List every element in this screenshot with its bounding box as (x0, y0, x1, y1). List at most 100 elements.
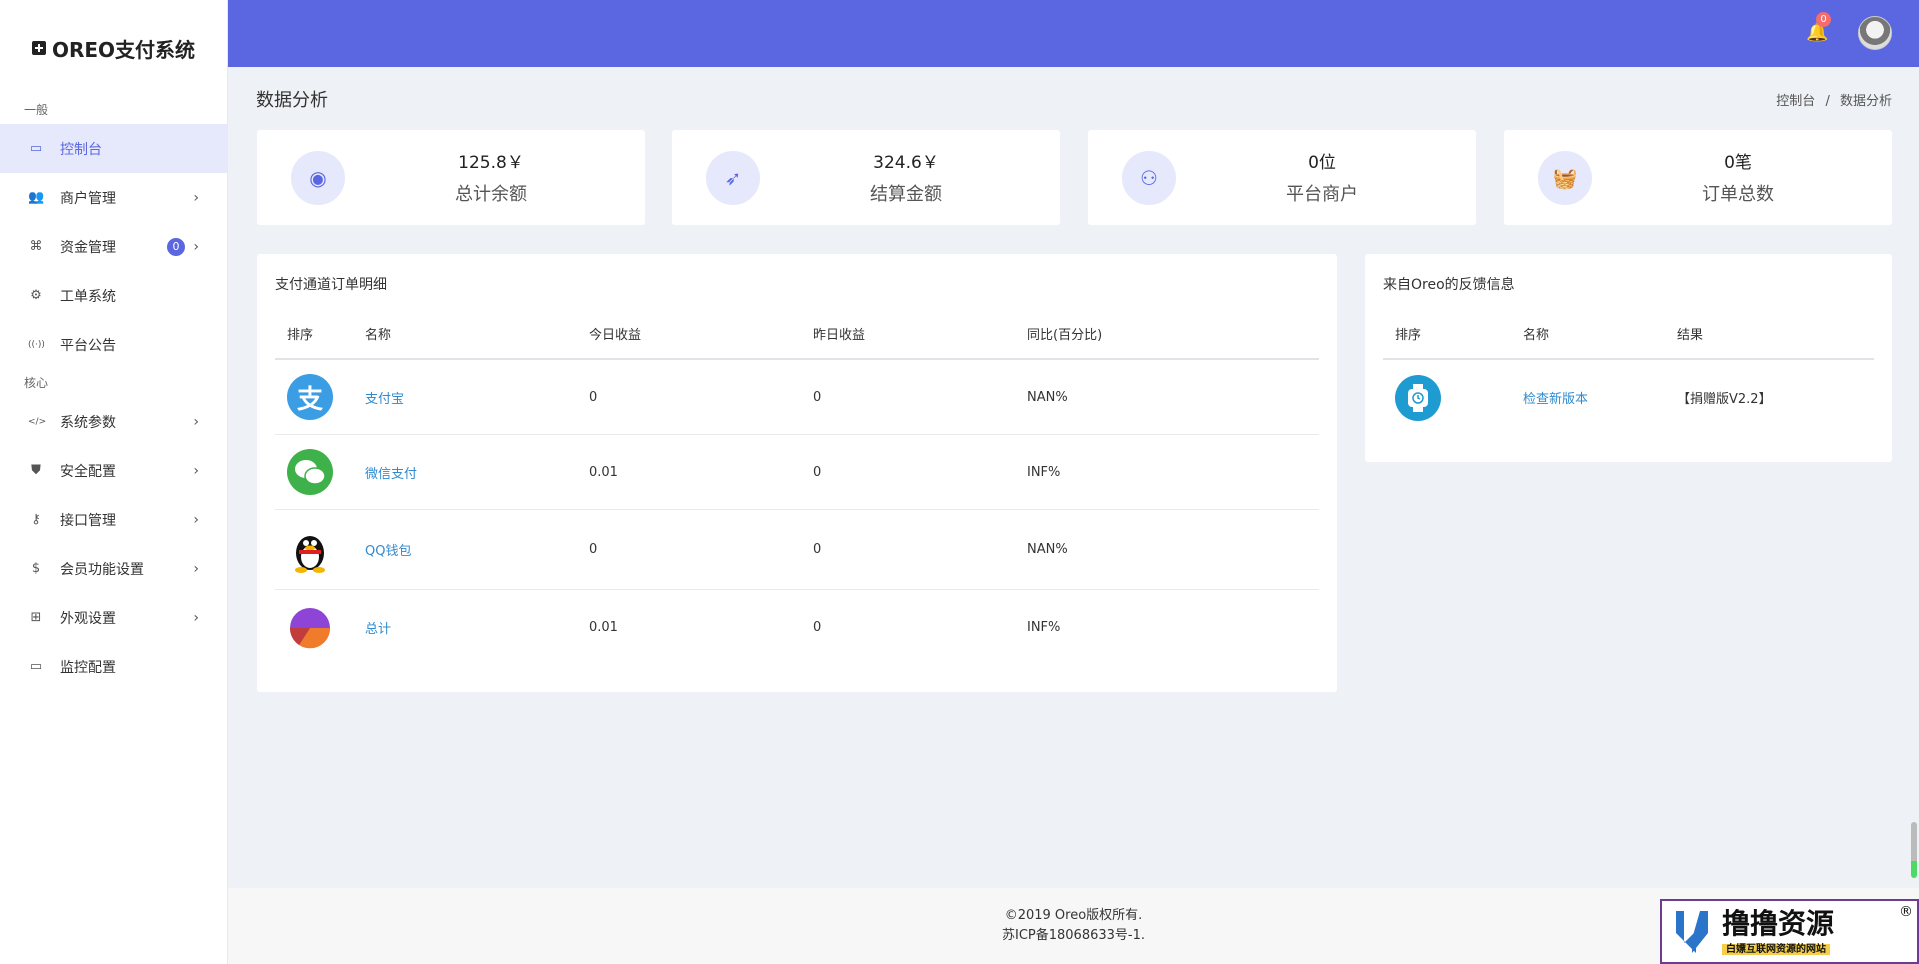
stat-card-balance: ◉ 125.8￥ 总计余额 (257, 130, 645, 225)
col-name: 名称 (365, 327, 392, 343)
row-icon-cell (275, 449, 353, 495)
sidebar-item-label: 控制台 (60, 141, 102, 158)
section-label-general: 一般 (24, 103, 49, 117)
watermark-logo: 撸撸资源 白嫖互联网资源的网站 ® (1660, 899, 1919, 964)
registered-mark: ® (1899, 904, 1913, 920)
alipay-icon: 支 (287, 374, 333, 420)
chevron-right-icon: › (193, 560, 199, 577)
sidebar-item-core-3[interactable]: $ 会员功能设置 › (0, 544, 227, 593)
sidebar-item-general-2[interactable]: ⌘ 资金管理 0 › (0, 222, 227, 271)
ratio-value: NAN% (1027, 389, 1068, 405)
chevron-right-icon: › (193, 609, 199, 626)
table-row: 总计 0.01 0 INF% (275, 590, 1319, 665)
channel-name-link[interactable]: 总计 (353, 618, 577, 637)
ratio-value: INF% (1027, 620, 1061, 635)
breadcrumb: 控制台 / 数据分析 (1776, 90, 1892, 109)
row-icon-cell (275, 605, 353, 651)
check-update-link[interactable]: 检查新版本 (1511, 388, 1665, 407)
stat-label: 订单总数 (1702, 184, 1774, 205)
plus-box-icon (31, 41, 46, 55)
col-name: 名称 (1523, 327, 1550, 343)
table-row: QQ钱包 0 0 NAN% (275, 510, 1319, 590)
sidebar-item-general-0[interactable]: ▭ 控制台 (0, 124, 227, 173)
brand-title: OREO支付系统 (51, 37, 196, 62)
sidebar-item-general-3[interactable]: ⚙ 工单系统 (0, 271, 227, 320)
breadcrumb-current: 数据分析 (1839, 94, 1892, 109)
add-square-icon: ⊞ (30, 610, 42, 625)
monitor-icon: ▭ (29, 659, 43, 674)
channel-name-link[interactable]: 支付宝 (353, 388, 577, 407)
table-header: 排序 名称 结果 (1383, 308, 1874, 360)
key-icon: ⚷ (31, 512, 41, 527)
stat-label: 结算金额 (870, 184, 942, 205)
chevron-right-icon: › (193, 189, 199, 206)
monitor-icon: ▭ (29, 141, 43, 156)
watch-icon (1395, 374, 1441, 421)
col-yesterday: 昨日收益 (813, 327, 866, 343)
row-icon-cell: 支 (275, 374, 353, 420)
sidebar-item-core-4[interactable]: ⊞ 外观设置 › (0, 593, 227, 642)
breadcrumb-home[interactable]: 控制台 (1776, 94, 1815, 109)
top-header: 🔔 0 (228, 0, 1919, 67)
table-row: 支 支付宝 0 0 NAN% (275, 360, 1319, 435)
yesterday-income: 0 (813, 389, 822, 405)
panel-title: 支付通道订单明细 (275, 277, 387, 293)
pie-chart-icon (287, 605, 333, 651)
breadcrumb-separator: / (1825, 94, 1830, 109)
stat-value: 324.6￥ (873, 153, 939, 173)
sidebar-item-label: 接口管理 (60, 512, 116, 529)
stat-value: 125.8￥ (458, 153, 524, 173)
row-icon-cell (275, 527, 353, 573)
avatar[interactable] (1858, 16, 1892, 50)
ratio-value: INF% (1027, 464, 1061, 480)
stat-card-merchants: ⚇ 0位 平台商户 (1088, 130, 1476, 225)
col-result: 结果 (1677, 327, 1704, 343)
stat-card-settlement: ➶ 324.6￥ 结算金额 (672, 130, 1060, 225)
brand[interactable]: OREO支付系统 (0, 0, 227, 96)
sidebar-item-core-0[interactable]: </> 系统参数 › (0, 397, 227, 446)
sidebar-item-label: 资金管理 (60, 239, 116, 256)
page-title: 数据分析 (256, 90, 328, 111)
user-gear-icon: ⚙ (30, 288, 42, 303)
chevron-right-icon: › (193, 238, 199, 255)
section-label-core: 核心 (24, 376, 49, 390)
col-today: 今日收益 (589, 327, 642, 343)
sidebar-item-label: 平台公告 (60, 337, 116, 354)
yesterday-income: 0 (813, 542, 822, 557)
channel-table: 排序 名称 今日收益 昨日收益 同比(百分比) 支 支付宝 0 0 NAN% 微信支付 0.… (275, 308, 1319, 665)
result-value: 【捐赠版V2.2】 (1677, 392, 1772, 407)
wechat-icon (287, 449, 333, 495)
feedback-panel: 来自Oreo的反馈信息 排序 名称 结果 检查新版本 【捐赠版V2.2】 (1365, 254, 1892, 462)
ratio-value: NAN% (1027, 542, 1068, 557)
today-income: 0 (589, 542, 598, 557)
today-income: 0.01 (589, 464, 618, 480)
watermark-title: 撸撸资源 (1722, 906, 1835, 940)
channel-name-link[interactable]: QQ钱包 (353, 540, 577, 559)
watermark-subtitle: 白嫖互联网资源的网站 (1722, 943, 1830, 955)
stat-value: 0笔 (1724, 153, 1752, 173)
shield-icon: ⛊ (31, 463, 41, 478)
sidebar-item-core-1[interactable]: ⛊ 安全配置 › (0, 446, 227, 495)
sidebar-item-label: 外观设置 (60, 610, 116, 627)
watermark-text-block: 撸撸资源 白嫖互联网资源的网站 (1722, 906, 1835, 956)
sidebar-item-general-1[interactable]: 👥 商户管理 › (0, 173, 227, 222)
chevron-right-icon: › (193, 462, 199, 479)
sidebar-item-core-2[interactable]: ⚷ 接口管理 › (0, 495, 227, 544)
col-ratio: 同比(百分比) (1027, 327, 1103, 343)
sidebar: OREO支付系统 一般 ▭ 控制台 👥 商户管理 › ⌘ 资金管理 0 › ⚙ 工单系统 ((·)) 平… (0, 0, 228, 964)
stat-label: 平台商户 (1286, 184, 1358, 205)
watermark-emblem-icon (1662, 903, 1722, 961)
sidebar-item-general-4[interactable]: ((·)) 平台公告 (0, 320, 227, 369)
table-row: 微信支付 0.01 0 INF% (275, 435, 1319, 510)
channel-name-link[interactable]: 微信支付 (353, 463, 577, 482)
dollar-card-icon: $ (31, 561, 41, 576)
today-income: 0.01 (589, 620, 618, 635)
scrollbar[interactable] (1911, 822, 1917, 878)
sidebar-item-label: 工单系统 (60, 288, 116, 305)
users-icon: 👥 (28, 190, 45, 205)
command-icon: ⌘ (29, 239, 43, 254)
sidebar-item-label: 系统参数 (60, 414, 116, 431)
yesterday-income: 0 (813, 464, 822, 480)
stat-label: 总计余额 (455, 184, 527, 205)
sidebar-item-core-5[interactable]: ▭ 监控配置 (0, 642, 227, 691)
